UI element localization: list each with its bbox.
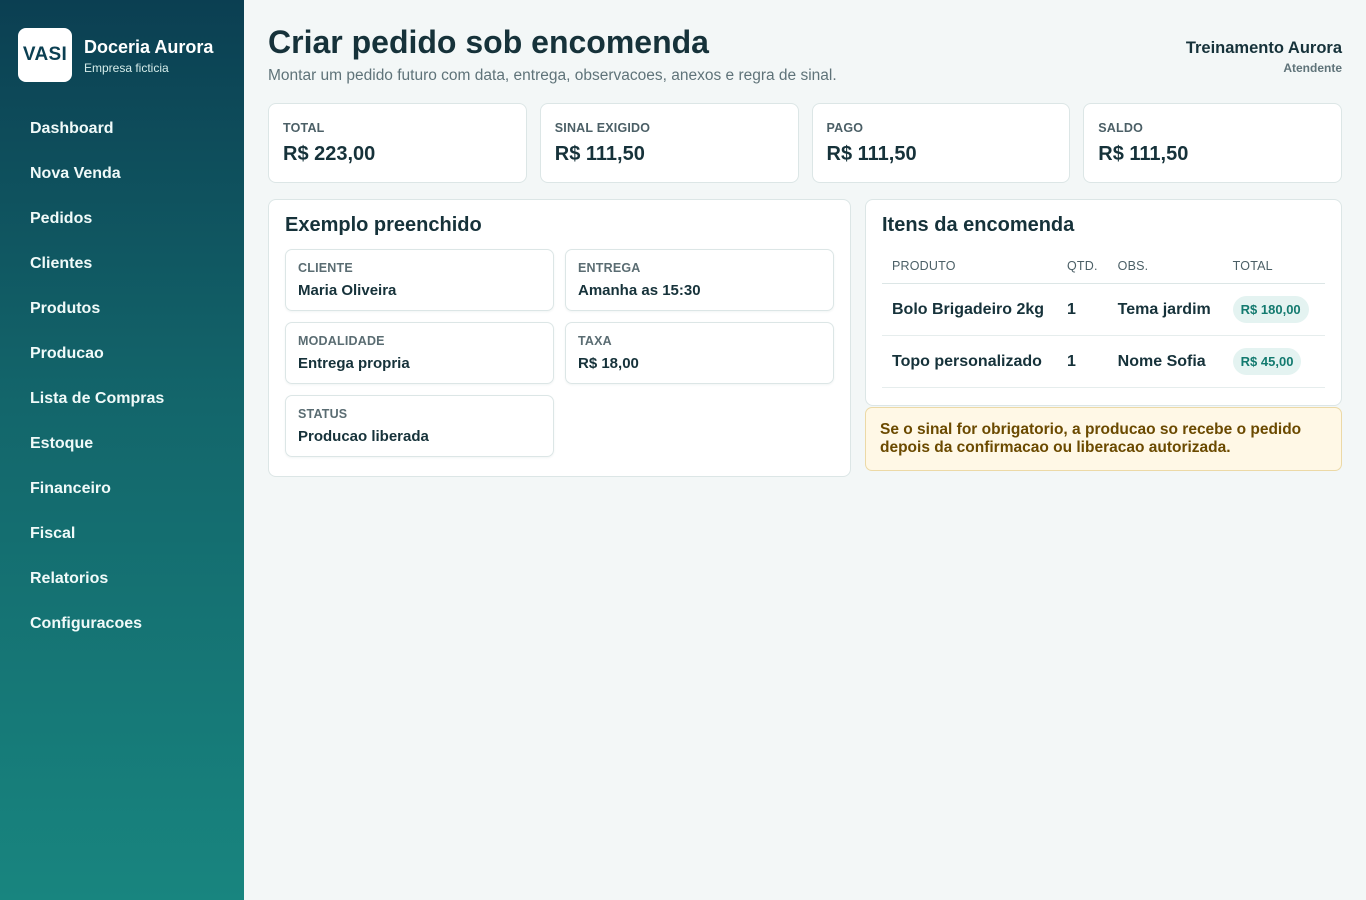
- table-header-row: PRODUTO QTD. OBS. TOTAL: [882, 251, 1325, 284]
- example-title: Exemplo preenchido: [285, 214, 482, 236]
- sidebar-item-pedidos[interactable]: Pedidos: [0, 196, 244, 241]
- sidebar-item-producao[interactable]: Producao: [0, 331, 244, 376]
- example-fields: CLIENTE Maria Oliveira ENTREGA Amanha as…: [285, 249, 834, 457]
- brand-name: Doceria Aurora: [84, 36, 214, 57]
- stat-label: SINAL EXIGIDO: [554, 121, 651, 135]
- cell-produto: Topo personalizado: [882, 335, 1057, 388]
- sidebar-item-dashboard[interactable]: Dashboard: [0, 106, 244, 151]
- cell-obs: Nome Sofia: [1107, 335, 1223, 388]
- user-role: Atendente: [1283, 61, 1342, 75]
- column-header-total: TOTAL: [1222, 251, 1325, 284]
- brand-subtitle: Empresa ficticia: [84, 60, 169, 75]
- cell-total: R$ 180,00: [1222, 283, 1325, 336]
- field-label: MODALIDADE: [298, 334, 385, 348]
- cell-total: R$ 45,00: [1222, 335, 1325, 388]
- stat-value: R$ 223,00: [283, 143, 376, 165]
- user-name: Treinamento Aurora: [1185, 39, 1342, 57]
- total-badge: R$ 180,00: [1232, 296, 1309, 323]
- sidebar-nav: Dashboard Nova Venda Pedidos Clientes Pr…: [0, 106, 244, 646]
- deposit-notice: Se o sinal for obrigatorio, a producao s…: [865, 407, 1342, 471]
- field-entrega[interactable]: ENTREGA Amanha as 15:30: [565, 249, 834, 311]
- stat-saldo: SALDO R$ 111,50: [1083, 103, 1342, 183]
- field-value: R$ 18,00: [578, 355, 639, 372]
- field-label: STATUS: [298, 407, 348, 421]
- brand-logo: VASI: [18, 28, 72, 82]
- items-table: PRODUTO QTD. OBS. TOTAL Bolo Brigadeiro …: [882, 251, 1325, 388]
- column-header-produto: PRODUTO: [882, 251, 1057, 284]
- field-value: Entrega propria: [298, 355, 410, 372]
- cell-obs: Tema jardim: [1107, 283, 1223, 336]
- user-info[interactable]: Treinamento Aurora Atendente: [1186, 39, 1342, 75]
- stat-value: R$ 111,50: [554, 143, 645, 165]
- stat-value: R$ 111,50: [1098, 143, 1189, 165]
- sidebar-item-produtos[interactable]: Produtos: [0, 286, 244, 331]
- sidebar: VASI Doceria Aurora Empresa ficticia Das…: [0, 0, 244, 900]
- total-badge: R$ 45,00: [1232, 348, 1302, 375]
- sidebar-item-estoque[interactable]: Estoque: [0, 421, 244, 466]
- sidebar-item-relatorios[interactable]: Relatorios: [0, 556, 244, 601]
- brand: VASI Doceria Aurora Empresa ficticia: [18, 28, 213, 82]
- field-value: Producao liberada: [298, 428, 429, 445]
- page-title: Criar pedido sob encomenda: [268, 24, 709, 60]
- sidebar-item-lista-de-compras[interactable]: Lista de Compras: [0, 376, 244, 421]
- column-header-qtd: QTD.: [1057, 251, 1108, 284]
- table-row[interactable]: Bolo Brigadeiro 2kg 1 Tema jardim R$ 180…: [882, 283, 1325, 336]
- items-title: Itens da encomenda: [882, 214, 1075, 236]
- cell-qtd: 1: [1057, 335, 1108, 388]
- items-card: Itens da encomenda PRODUTO QTD. OBS. TOT…: [865, 199, 1342, 406]
- stat-label: PAGO: [826, 121, 864, 135]
- sidebar-item-fiscal[interactable]: Fiscal: [0, 511, 244, 556]
- field-label: TAXA: [578, 334, 612, 348]
- example-card: Exemplo preenchido CLIENTE Maria Oliveir…: [268, 199, 851, 477]
- field-taxa[interactable]: TAXA R$ 18,00: [565, 322, 834, 384]
- sidebar-item-clientes[interactable]: Clientes: [0, 241, 244, 286]
- table-row[interactable]: Topo personalizado 1 Nome Sofia R$ 45,00: [882, 335, 1325, 388]
- stat-sinal-exigido: SINAL EXIGIDO R$ 111,50: [539, 103, 799, 183]
- stat-label: SALDO: [1098, 121, 1143, 135]
- field-label: ENTREGA: [578, 261, 641, 275]
- field-value: Maria Oliveira: [298, 282, 397, 299]
- page-subtitle: Montar um pedido futuro com data, entreg…: [268, 67, 837, 84]
- field-cliente[interactable]: CLIENTE Maria Oliveira: [285, 249, 554, 311]
- sidebar-item-nova-venda[interactable]: Nova Venda: [0, 151, 244, 196]
- sidebar-item-financeiro[interactable]: Financeiro: [0, 466, 244, 511]
- stat-total: TOTAL R$ 223,00: [268, 103, 527, 183]
- field-status[interactable]: STATUS Producao liberada: [285, 395, 554, 457]
- column-header-obs: OBS.: [1107, 251, 1223, 284]
- cell-qtd: 1: [1057, 283, 1108, 336]
- stat-value: R$ 111,50: [826, 143, 917, 165]
- field-label: CLIENTE: [298, 261, 353, 275]
- stat-label: TOTAL: [283, 121, 325, 135]
- field-value: Amanha as 15:30: [578, 282, 701, 299]
- field-modalidade[interactable]: MODALIDADE Entrega propria: [285, 322, 554, 384]
- cell-produto: Bolo Brigadeiro 2kg: [882, 283, 1057, 336]
- stat-pago: PAGO R$ 111,50: [811, 103, 1071, 183]
- brand-text: Doceria Aurora Empresa ficticia: [84, 36, 213, 75]
- summary-stats: TOTAL R$ 223,00 SINAL EXIGIDO R$ 111,50 …: [268, 103, 1342, 183]
- sidebar-item-configuracoes[interactable]: Configuracoes: [0, 601, 244, 646]
